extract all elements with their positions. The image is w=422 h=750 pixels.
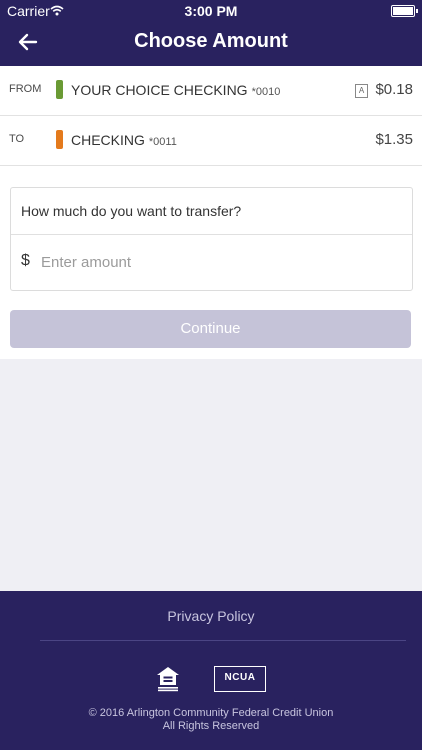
from-account-number: *0010 (251, 86, 281, 98)
card-divider (11, 234, 412, 235)
from-account-row[interactable]: FROM YOUR CHOICE CHECKING *0010 A $0.18 (0, 66, 422, 116)
to-label: TO (9, 133, 25, 145)
amount-input[interactable] (41, 247, 401, 277)
copyright-text: © 2016 Arlington Community Federal Credi… (0, 707, 422, 733)
footer: Privacy Policy NCUA © 2016 Arlington Com… (0, 591, 422, 750)
from-account-name-text: YOUR CHOICE CHECKING (71, 82, 248, 98)
to-account-balance: $1.35 (375, 131, 413, 148)
battery-icon (391, 5, 418, 17)
to-account-color-bar (56, 130, 63, 149)
amount-card: How much do you want to transfer? $ (10, 187, 413, 291)
footer-divider (40, 640, 406, 641)
equal-housing-lender-icon (156, 666, 180, 692)
to-account-name: CHECKING *0011 (71, 132, 177, 148)
dollar-sign: $ (21, 252, 30, 269)
navigation-header: Carrier 3:00 PM Choose Amount (0, 0, 422, 66)
to-account-name-text: CHECKING (71, 132, 145, 148)
from-label: FROM (9, 83, 42, 95)
amount-prompt: How much do you want to transfer? (21, 203, 242, 219)
to-account-number: *0011 (148, 136, 177, 148)
ncua-logo: NCUA (214, 666, 266, 692)
rights-line: All Rights Reserved (162, 720, 260, 732)
ncua-text: NCUA (224, 672, 256, 683)
to-account-row[interactable]: TO CHECKING *0011 $1.35 (0, 116, 422, 166)
from-account-balance: $0.18 (375, 81, 413, 98)
available-badge-icon: A (355, 84, 368, 98)
status-bar: Carrier 3:00 PM (0, 0, 422, 22)
from-account-name: YOUR CHOICE CHECKING *0010 (71, 82, 280, 98)
empty-content-area (0, 359, 422, 591)
continue-button[interactable]: Continue (10, 310, 411, 348)
from-account-color-bar (56, 80, 63, 99)
clock: 3:00 PM (184, 3, 238, 19)
copyright-line: © 2016 Arlington Community Federal Credi… (88, 707, 334, 719)
privacy-policy-link[interactable]: Privacy Policy (0, 608, 422, 624)
page-title: Choose Amount (134, 30, 288, 52)
